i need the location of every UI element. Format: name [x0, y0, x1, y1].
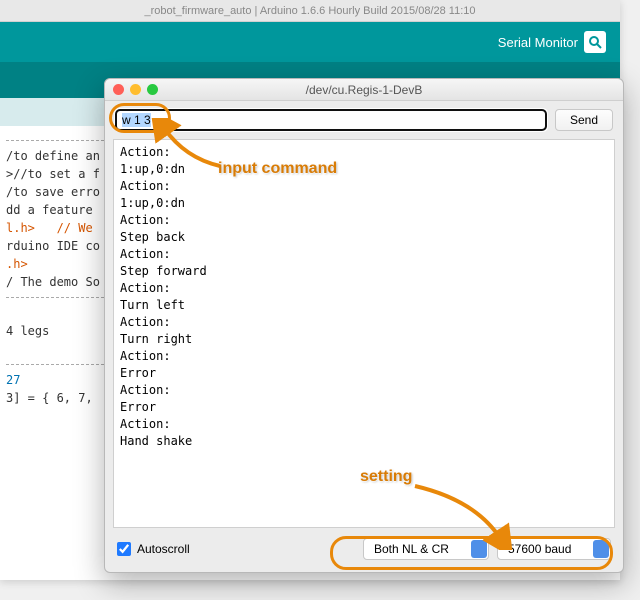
line-ending-select[interactable]: Both NL & CR: [363, 538, 489, 560]
autoscroll-input[interactable]: [117, 542, 131, 556]
close-icon[interactable]: [113, 84, 124, 95]
zoom-icon[interactable]: [147, 84, 158, 95]
monitor-footer: Autoscroll Both NL & CR ▲▼ 57600 baud ▲▼: [105, 528, 623, 572]
serial-monitor-button[interactable]: Serial Monitor: [498, 31, 606, 53]
send-button[interactable]: Send: [555, 109, 613, 131]
serial-monitor-window: /dev/cu.Regis-1-DevB Send Action: 1:up,0…: [104, 78, 624, 573]
autoscroll-checkbox[interactable]: Autoscroll: [117, 542, 190, 556]
serial-output[interactable]: Action: 1:up,0:dn Action: 1:up,0:dn Acti…: [113, 139, 615, 528]
ide-titlebar: _robot_firmware_auto | Arduino 1.6.6 Hou…: [0, 0, 620, 22]
autoscroll-label: Autoscroll: [137, 542, 190, 556]
monitor-titlebar[interactable]: /dev/cu.Regis-1-DevB: [105, 79, 623, 101]
monitor-title: /dev/cu.Regis-1-DevB: [306, 83, 423, 97]
baud-rate-select[interactable]: 57600 baud: [497, 538, 611, 560]
minimize-icon[interactable]: [130, 84, 141, 95]
ide-header-bar: Serial Monitor: [0, 22, 620, 62]
ide-title: _robot_firmware_auto | Arduino 1.6.6 Hou…: [144, 5, 475, 17]
window-controls[interactable]: [113, 84, 158, 95]
monitor-input-row: Send: [105, 101, 623, 139]
magnifier-icon: [584, 31, 606, 53]
serial-monitor-label: Serial Monitor: [498, 35, 578, 50]
command-input[interactable]: [115, 109, 547, 131]
